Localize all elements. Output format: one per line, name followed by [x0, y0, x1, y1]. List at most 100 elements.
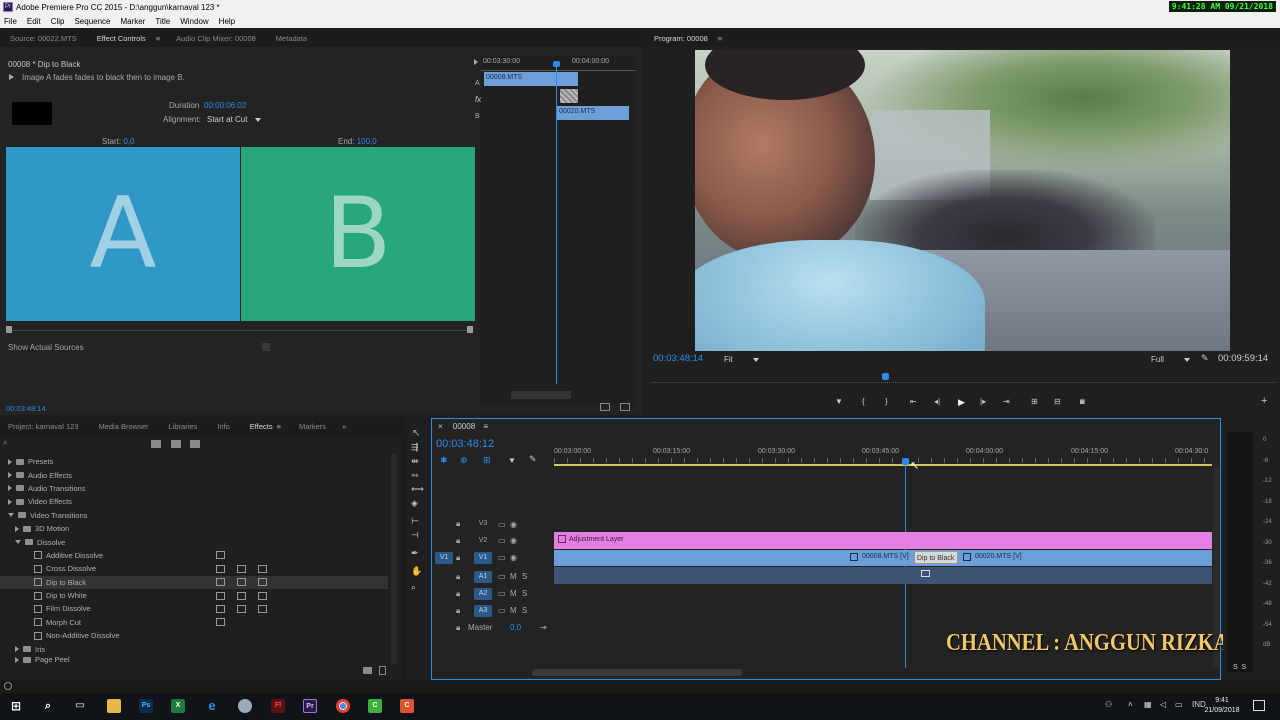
- mute-button[interactable]: M: [510, 589, 522, 598]
- rate-stretch-tool-icon[interactable]: ⟺: [411, 484, 424, 495]
- fit-dropdown[interactable]: Fit: [724, 355, 760, 364]
- step-back-icon[interactable]: ◂|: [934, 397, 940, 406]
- tree-dip-to-black[interactable]: Dip to Black: [0, 575, 388, 589]
- program-time-ruler[interactable]: [651, 377, 1276, 383]
- timeline-marker-icon[interactable]: ▼: [508, 456, 516, 465]
- tab-metadata[interactable]: Metadata: [266, 34, 317, 43]
- timeline-tab[interactable]: × 00008 ≡: [438, 422, 488, 431]
- premiere-icon[interactable]: Pr: [303, 699, 317, 713]
- volume-icon[interactable]: ◁: [1160, 700, 1166, 709]
- lock-icon[interactable]: 🔒︎: [456, 623, 468, 633]
- export-frame-icon[interactable]: ◙: [1080, 397, 1085, 406]
- chrome-icon[interactable]: [336, 699, 350, 713]
- lift-icon[interactable]: ⊞: [1031, 397, 1038, 406]
- meter-solo-buttons[interactable]: S S: [1233, 664, 1246, 671]
- menu-edit[interactable]: Edit: [27, 17, 41, 26]
- accelerated-filter-icon[interactable]: [151, 440, 161, 448]
- effect-controls-timecode[interactable]: 00:03:48:14: [6, 404, 46, 413]
- linked-selection-icon[interactable]: ⊕: [460, 455, 468, 466]
- solo-button[interactable]: S: [522, 589, 527, 598]
- panel-menu-icon[interactable]: ≡: [718, 34, 722, 43]
- tab-project[interactable]: Project: karnaval 123: [0, 422, 88, 431]
- tree-video-transitions[interactable]: Video Transitions: [0, 509, 388, 522]
- nest-icon[interactable]: ⊞: [483, 455, 491, 466]
- solo-button[interactable]: S: [522, 572, 527, 581]
- tree-cross-dissolve[interactable]: Cross Dissolve: [0, 562, 388, 575]
- quality-dropdown[interactable]: Full: [1151, 355, 1191, 364]
- mini-playhead[interactable]: [556, 62, 557, 384]
- lock-icon[interactable]: 🔒︎: [456, 536, 470, 546]
- sync-lock-icon[interactable]: ▭: [498, 572, 510, 581]
- search-icon[interactable]: ⌕: [41, 699, 55, 713]
- timeline-ruler[interactable]: 00:03:00:00 00:03:15:00 00:03:30:00 00:0…: [554, 446, 1212, 466]
- sync-lock-icon[interactable]: ▭: [498, 589, 510, 598]
- file-explorer-icon[interactable]: [107, 699, 121, 713]
- export-icon[interactable]: [600, 403, 610, 411]
- timeline-scrollbar[interactable]: [532, 669, 742, 676]
- mini-scrollbar[interactable]: [511, 391, 571, 399]
- lock-icon[interactable]: 🔒︎: [456, 606, 470, 616]
- tree-dip-to-white[interactable]: Dip to White: [0, 589, 388, 602]
- clip-v1-left[interactable]: 00008.MTS [V]: [554, 550, 912, 566]
- panel-menu-icon[interactable]: ≡: [156, 34, 160, 43]
- work-area-bar[interactable]: [554, 464, 1212, 466]
- solo-button[interactable]: S: [522, 606, 527, 615]
- zoom-tool-icon[interactable]: ⌕: [411, 582, 416, 593]
- rolling-edit-tool-icon[interactable]: ⇿: [411, 470, 419, 481]
- tree-additive-dissolve[interactable]: Additive Dissolve: [0, 549, 388, 562]
- tree-page-peel[interactable]: Page Peel: [0, 656, 388, 664]
- track-target-a3[interactable]: A3: [474, 604, 492, 617]
- battery-icon[interactable]: ▭: [1175, 700, 1183, 709]
- step-forward-icon[interactable]: |▸: [980, 397, 986, 406]
- mute-button[interactable]: M: [510, 606, 522, 615]
- program-playhead[interactable]: [882, 373, 889, 380]
- tab-source[interactable]: Source: 00022.MTS: [0, 34, 87, 43]
- tab-audio-clip-mixer[interactable]: Audio Clip Mixer: 00008: [166, 34, 266, 43]
- tab-info[interactable]: Info: [207, 422, 240, 431]
- track-target-a1[interactable]: A1: [474, 570, 492, 583]
- new-bin-icon[interactable]: [363, 667, 372, 674]
- button-editor-icon[interactable]: +: [1261, 395, 1267, 407]
- extract-icon[interactable]: ⊟: [1054, 397, 1061, 406]
- mini-transition[interactable]: [560, 89, 578, 103]
- tree-audio-effects[interactable]: Audio Effects: [0, 468, 388, 481]
- mark-out-icon[interactable]: }: [885, 397, 888, 406]
- program-timecode-left[interactable]: 00:03:48:14: [653, 353, 703, 364]
- tab-effect-controls[interactable]: Effect Controls: [87, 34, 156, 43]
- lock-icon[interactable]: 🔒︎: [456, 589, 470, 599]
- source-patch-v1[interactable]: V1: [435, 551, 453, 564]
- tree-morph-cut[interactable]: Morph Cut: [0, 616, 388, 629]
- show-actual-sources-checkbox[interactable]: [262, 343, 270, 351]
- tab-markers[interactable]: Markers: [289, 422, 336, 431]
- windows-start-icon[interactable]: ⊞: [9, 699, 23, 713]
- mini-clip-b[interactable]: 00020.MTS: [557, 106, 629, 120]
- taskbar-clock[interactable]: 9:41 21/09/2018: [1201, 696, 1243, 716]
- menu-marker[interactable]: Marker: [121, 17, 146, 26]
- menu-clip[interactable]: Clip: [51, 17, 65, 26]
- mute-button[interactable]: M: [510, 572, 522, 581]
- track-target-v3[interactable]: V3: [474, 518, 492, 530]
- go-to-in-icon[interactable]: ⇤: [910, 397, 917, 406]
- go-to-end-icon[interactable]: ⇥: [540, 623, 547, 632]
- eye-icon[interactable]: ◉: [510, 536, 517, 545]
- play-icon[interactable]: ▶: [958, 397, 965, 408]
- tree-film-dissolve[interactable]: Film Dissolve: [0, 602, 388, 615]
- edge-icon[interactable]: e: [205, 699, 219, 713]
- tree-non-additive-dissolve[interactable]: Non-Additive Dissolve: [0, 629, 388, 642]
- go-to-out-icon[interactable]: ⇥: [1003, 397, 1010, 406]
- dip-to-black-transition[interactable]: Dip to Black: [914, 551, 958, 564]
- start-value[interactable]: 0,0: [123, 137, 134, 146]
- tab-media-browser[interactable]: Media Browser: [88, 422, 158, 431]
- duration-value[interactable]: 00:00:06:02: [204, 101, 246, 110]
- menu-file[interactable]: File: [4, 17, 17, 26]
- snap-icon[interactable]: ✱: [440, 455, 448, 466]
- tree-dissolve[interactable]: Dissolve: [0, 535, 388, 548]
- hand-tool-icon[interactable]: ✋: [411, 566, 422, 577]
- eye-icon[interactable]: ◉: [510, 520, 517, 529]
- effects-scrollbar[interactable]: [391, 454, 397, 664]
- track-target-v1[interactable]: V1: [474, 551, 492, 564]
- start-slider-handle[interactable]: [6, 326, 12, 333]
- selection-tool-icon[interactable]: ↖: [412, 428, 420, 439]
- tab-program[interactable]: Program: 00008: [647, 34, 718, 43]
- sync-lock-icon[interactable]: ▭: [498, 553, 510, 562]
